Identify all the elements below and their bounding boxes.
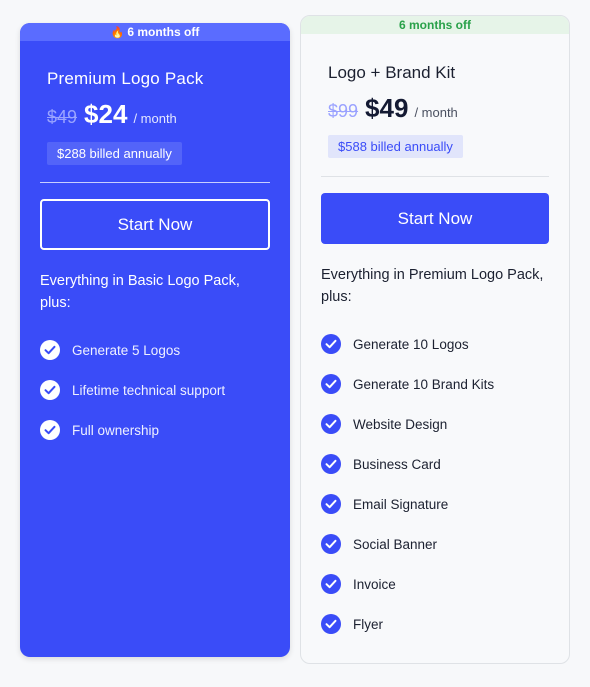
features-intro: Everything in Basic Logo Pack, plus: bbox=[40, 273, 240, 311]
check-circle-icon bbox=[321, 534, 341, 554]
feature-item: Email Signature bbox=[321, 484, 494, 524]
feature-label: Email Signature bbox=[353, 496, 449, 512]
feature-label: Website Design bbox=[353, 416, 448, 432]
price-row: $99 $49 / month bbox=[328, 93, 458, 124]
check-circle-icon bbox=[40, 340, 60, 360]
feature-label: Generate 10 Logos bbox=[353, 336, 469, 352]
old-price: $49 bbox=[47, 107, 78, 127]
check-circle-icon bbox=[321, 614, 341, 634]
feature-item: Invoice bbox=[321, 564, 494, 604]
price-period: / month bbox=[133, 111, 177, 126]
fire-icon: 🔥 bbox=[110, 27, 125, 39]
check-circle-icon bbox=[321, 574, 341, 594]
feature-label: Generate 10 Brand Kits bbox=[353, 376, 495, 392]
check-circle-icon bbox=[321, 454, 341, 474]
feature-label: Lifetime technical support bbox=[72, 382, 226, 398]
feature-item: Lifetime technical support bbox=[40, 370, 225, 410]
plan-title: Logo + Brand Kit bbox=[328, 63, 456, 82]
billed-annually-badge: $588 billed annually bbox=[328, 135, 463, 158]
current-price: $49 bbox=[365, 93, 409, 123]
feature-label: Flyer bbox=[353, 616, 383, 632]
plan-title: Premium Logo Pack bbox=[47, 69, 204, 88]
check-circle-icon bbox=[321, 374, 341, 394]
check-circle-icon bbox=[40, 420, 60, 440]
discount-ribbon: 6 months off bbox=[301, 16, 569, 34]
start-now-button[interactable]: Start Now bbox=[321, 193, 549, 244]
feature-label: Social Banner bbox=[353, 536, 438, 552]
divider bbox=[40, 182, 270, 183]
check-circle-icon bbox=[321, 494, 341, 514]
feature-list: Generate 5 Logos Lifetime technical supp… bbox=[40, 330, 225, 450]
start-now-button[interactable]: Start Now bbox=[40, 199, 270, 250]
ribbon-text: 6 months off bbox=[127, 25, 200, 39]
feature-item: Generate 10 Brand Kits bbox=[321, 364, 494, 404]
current-price: $24 bbox=[84, 99, 128, 129]
check-circle-icon bbox=[40, 380, 60, 400]
feature-list: Generate 10 Logos Generate 10 Brand Kits… bbox=[321, 324, 494, 644]
pricing-card-logo-brand-kit: 6 months off Logo + Brand Kit $99 $49 / … bbox=[300, 15, 570, 664]
check-circle-icon bbox=[321, 414, 341, 434]
divider bbox=[321, 176, 549, 177]
features-intro: Everything in Premium Logo Pack, plus: bbox=[321, 267, 544, 305]
old-price: $99 bbox=[328, 101, 359, 121]
feature-label: Full ownership bbox=[72, 422, 160, 438]
feature-item: Generate 10 Logos bbox=[321, 324, 494, 364]
pricing-card-premium-logo-pack: 🔥 6 months off Premium Logo Pack $49 $24 … bbox=[20, 23, 290, 657]
feature-label: Invoice bbox=[353, 576, 396, 592]
feature-item: Business Card bbox=[321, 444, 494, 484]
discount-ribbon: 🔥 6 months off bbox=[20, 23, 290, 41]
feature-label: Business Card bbox=[353, 456, 441, 472]
price-row: $49 $24 / month bbox=[47, 99, 177, 130]
billed-annually-badge: $288 billed annually bbox=[47, 142, 182, 165]
feature-item: Social Banner bbox=[321, 524, 494, 564]
feature-item: Website Design bbox=[321, 404, 494, 444]
price-period: / month bbox=[414, 105, 458, 120]
feature-item: Full ownership bbox=[40, 410, 225, 450]
feature-item: Generate 5 Logos bbox=[40, 330, 225, 370]
feature-label: Generate 5 Logos bbox=[72, 342, 181, 358]
check-circle-icon bbox=[321, 334, 341, 354]
feature-item: Flyer bbox=[321, 604, 494, 644]
